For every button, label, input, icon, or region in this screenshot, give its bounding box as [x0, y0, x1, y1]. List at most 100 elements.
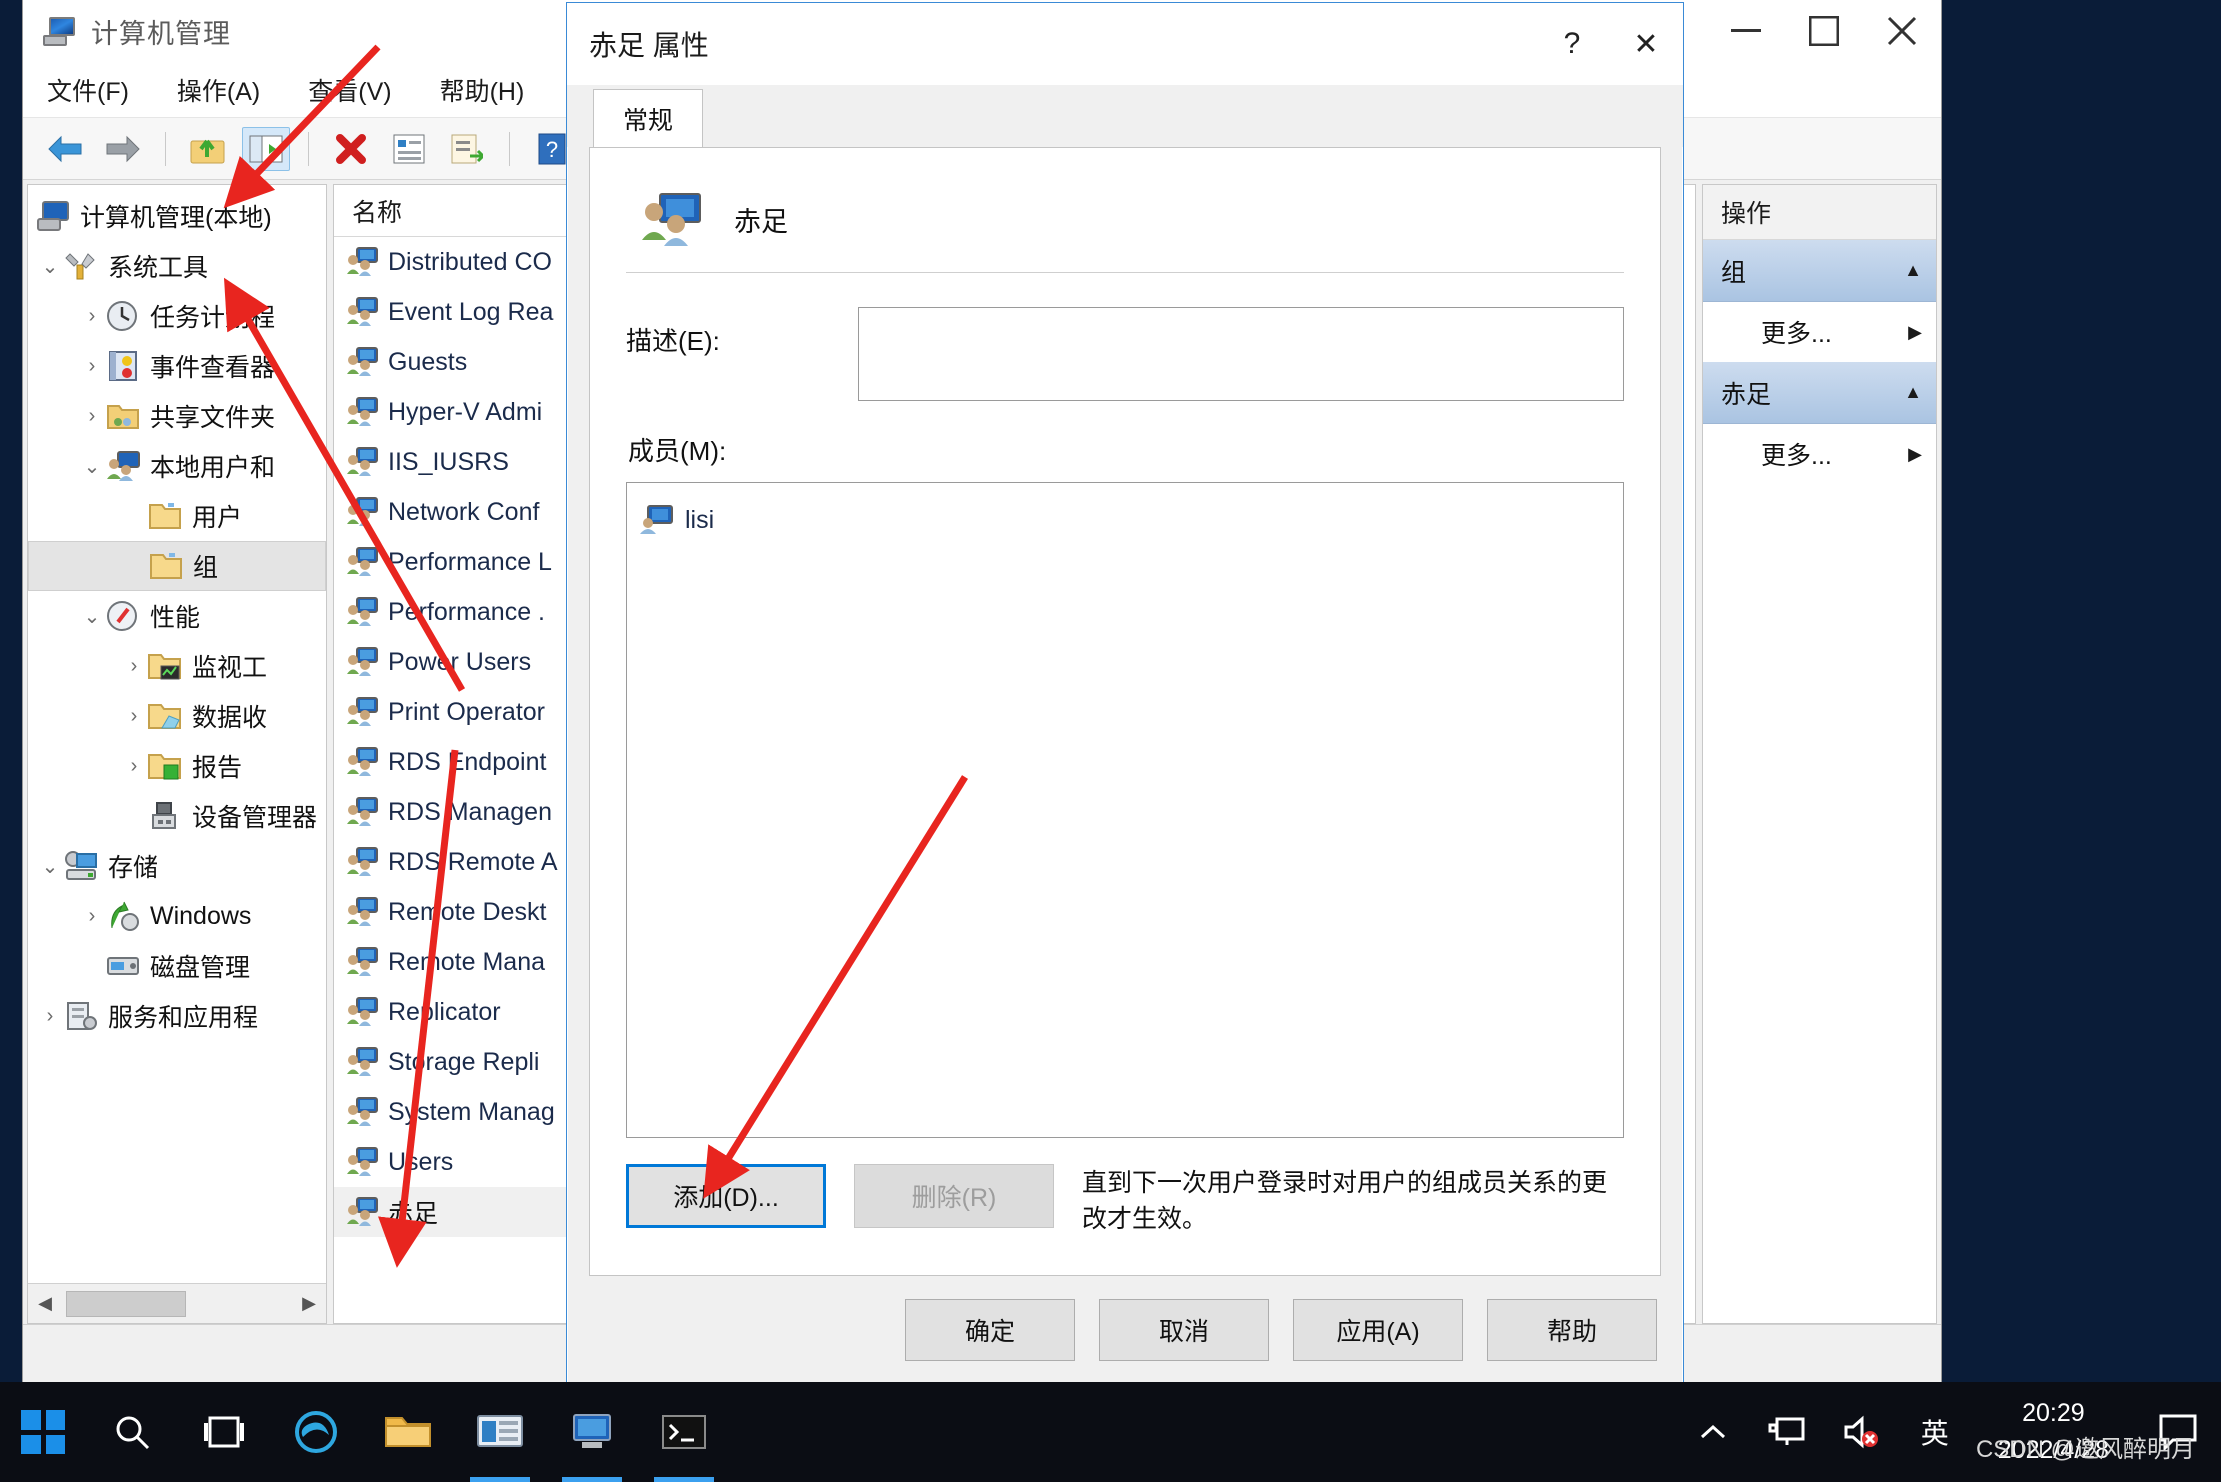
export-list-icon[interactable] [443, 127, 491, 171]
twisty-collapsed-icon[interactable]: › [78, 355, 106, 378]
list-item[interactable]: Print Operator [334, 687, 602, 737]
tree-root-item[interactable]: 计算机管理(本地) [28, 191, 326, 241]
scroll-thumb[interactable] [66, 1290, 186, 1317]
list-item[interactable]: Hyper-V Admi [334, 387, 602, 437]
list-item[interactable]: RDS Managen [334, 787, 602, 837]
list-item[interactable]: Performance . [334, 587, 602, 637]
tree-item-3[interactable]: › 共享文件夹 [28, 391, 326, 441]
tree-item-8[interactable]: › 监视工 [28, 641, 326, 691]
back-arrow-icon[interactable] [41, 127, 89, 171]
tree-item-7[interactable]: ⌄ 性能 [28, 591, 326, 641]
show-console-tree-icon[interactable] [242, 126, 290, 171]
twisty-expanded-icon[interactable]: ⌄ [78, 604, 106, 629]
list-item[interactable]: Event Log Rea [334, 287, 602, 337]
twisty-expanded-icon[interactable]: ⌄ [36, 854, 64, 879]
list-item[interactable]: 赤足 [334, 1187, 602, 1237]
list-item[interactable]: Remote Deskt [334, 887, 602, 937]
list-item[interactable]: Remote Mana [334, 937, 602, 987]
file-explorer-icon[interactable] [362, 1382, 454, 1482]
list-item[interactable]: Network Conf [334, 487, 602, 537]
tree-item-2[interactable]: › 事件查看器 [28, 341, 326, 391]
tree-horizontal-scrollbar[interactable]: ◀ ▶ [28, 1283, 326, 1323]
list-item[interactable]: System Manag [334, 1087, 602, 1137]
apply-button[interactable]: 应用(A) [1293, 1299, 1463, 1361]
tray-chevron-icon[interactable] [1676, 1382, 1750, 1482]
tree-item-13[interactable]: › Windows [28, 891, 326, 941]
scroll-left-arrow[interactable]: ◀ [32, 1293, 58, 1314]
list-item[interactable]: Storage Repli [334, 1037, 602, 1087]
minimize-button[interactable] [1707, 0, 1785, 62]
remote-desktop-icon[interactable] [546, 1382, 638, 1482]
volume-muted-icon[interactable] [1824, 1382, 1898, 1482]
list-item[interactable]: RDS Remote A [334, 837, 602, 887]
tree-item-6[interactable]: 组 [28, 541, 326, 591]
twisty-collapsed-icon[interactable]: › [120, 705, 148, 728]
tree-item-10[interactable]: › 报告 [28, 741, 326, 791]
tab-general[interactable]: 常规 [593, 89, 703, 147]
collapse-up-icon-2[interactable]: ▲ [1904, 382, 1922, 403]
terminal-icon[interactable] [638, 1382, 730, 1482]
search-icon[interactable] [86, 1382, 178, 1482]
actions-group-header-chizu[interactable]: 赤足 ▲ [1703, 362, 1936, 424]
list-item[interactable]: Replicator [334, 987, 602, 1037]
tree-item-12[interactable]: ⌄ 存储 [28, 841, 326, 891]
twisty-collapsed-icon[interactable]: › [120, 755, 148, 778]
twisty-expanded-icon[interactable]: ⌄ [36, 254, 64, 279]
properties-icon[interactable] [385, 127, 433, 171]
list-item[interactable]: IIS_IUSRS [334, 437, 602, 487]
maximize-button[interactable] [1785, 0, 1863, 62]
task-view-icon[interactable] [178, 1382, 270, 1482]
description-input[interactable] [858, 307, 1624, 401]
twisty-collapsed-icon[interactable]: › [78, 905, 106, 928]
tree-item-15[interactable]: › 服务和应用程 [28, 991, 326, 1041]
twisty-collapsed-icon[interactable]: › [78, 305, 106, 328]
up-folder-icon[interactable] [184, 127, 232, 171]
network-icon[interactable] [1750, 1382, 1824, 1482]
menu-help[interactable]: 帮助(H) [434, 68, 531, 112]
menu-file[interactable]: 文件(F) [41, 68, 135, 112]
tree-item-0[interactable]: ⌄ 系统工具 [28, 241, 326, 291]
help-question-icon[interactable]: ? [1535, 3, 1609, 85]
delete-icon[interactable] [327, 127, 375, 171]
dialog-close-icon[interactable]: ✕ [1609, 3, 1683, 85]
tree-item-9[interactable]: › 数据收 [28, 691, 326, 741]
menu-view[interactable]: 查看(V) [302, 68, 397, 112]
twisty-expanded-icon[interactable]: ⌄ [78, 454, 106, 479]
start-button[interactable] [0, 1382, 86, 1482]
submenu-right-icon-2[interactable]: ▶ [1908, 444, 1922, 465]
computer-management-taskbar-icon[interactable] [454, 1382, 546, 1482]
scroll-track[interactable] [58, 1290, 296, 1317]
actions-more-groups[interactable]: 更多... ▶ [1703, 302, 1936, 362]
submenu-right-icon[interactable]: ▶ [1908, 322, 1922, 343]
list-item[interactable]: Distributed CO [334, 237, 602, 287]
help-button[interactable]: 帮助 [1487, 1299, 1657, 1361]
actions-group-header-groups[interactable]: 组 ▲ [1703, 240, 1936, 302]
ime-indicator[interactable]: 英 [1898, 1382, 1972, 1482]
list-column-header[interactable]: 名称 [334, 185, 602, 237]
tree-item-5[interactable]: 用户 [28, 491, 326, 541]
edge-icon[interactable] [270, 1382, 362, 1482]
scroll-right-arrow[interactable]: ▶ [296, 1293, 322, 1314]
list-item[interactable]: Guests [334, 337, 602, 387]
forward-arrow-icon[interactable] [99, 127, 147, 171]
twisty-collapsed-icon[interactable]: › [120, 655, 148, 678]
members-listbox[interactable]: lisi [626, 482, 1624, 1138]
menu-action[interactable]: 操作(A) [171, 68, 266, 112]
tree-item-14[interactable]: 磁盘管理 [28, 941, 326, 991]
member-list-item[interactable]: lisi [639, 497, 1611, 543]
twisty-collapsed-icon[interactable]: › [36, 1005, 64, 1028]
tree-item-4[interactable]: ⌄ 本地用户和 [28, 441, 326, 491]
list-item[interactable]: Power Users [334, 637, 602, 687]
tree-item-1[interactable]: › 任务计划程 [28, 291, 326, 341]
list-item[interactable]: Users [334, 1137, 602, 1187]
list-item[interactable]: RDS Endpoint [334, 737, 602, 787]
add-button[interactable]: 添加(D)... [626, 1164, 826, 1228]
tree-item-11[interactable]: 设备管理器 [28, 791, 326, 841]
ok-button[interactable]: 确定 [905, 1299, 1075, 1361]
list-item[interactable]: Performance L [334, 537, 602, 587]
actions-more-chizu[interactable]: 更多... ▶ [1703, 424, 1936, 484]
collapse-up-icon[interactable]: ▲ [1904, 260, 1922, 281]
close-button[interactable] [1863, 0, 1941, 62]
twisty-collapsed-icon[interactable]: › [78, 405, 106, 428]
cancel-button[interactable]: 取消 [1099, 1299, 1269, 1361]
